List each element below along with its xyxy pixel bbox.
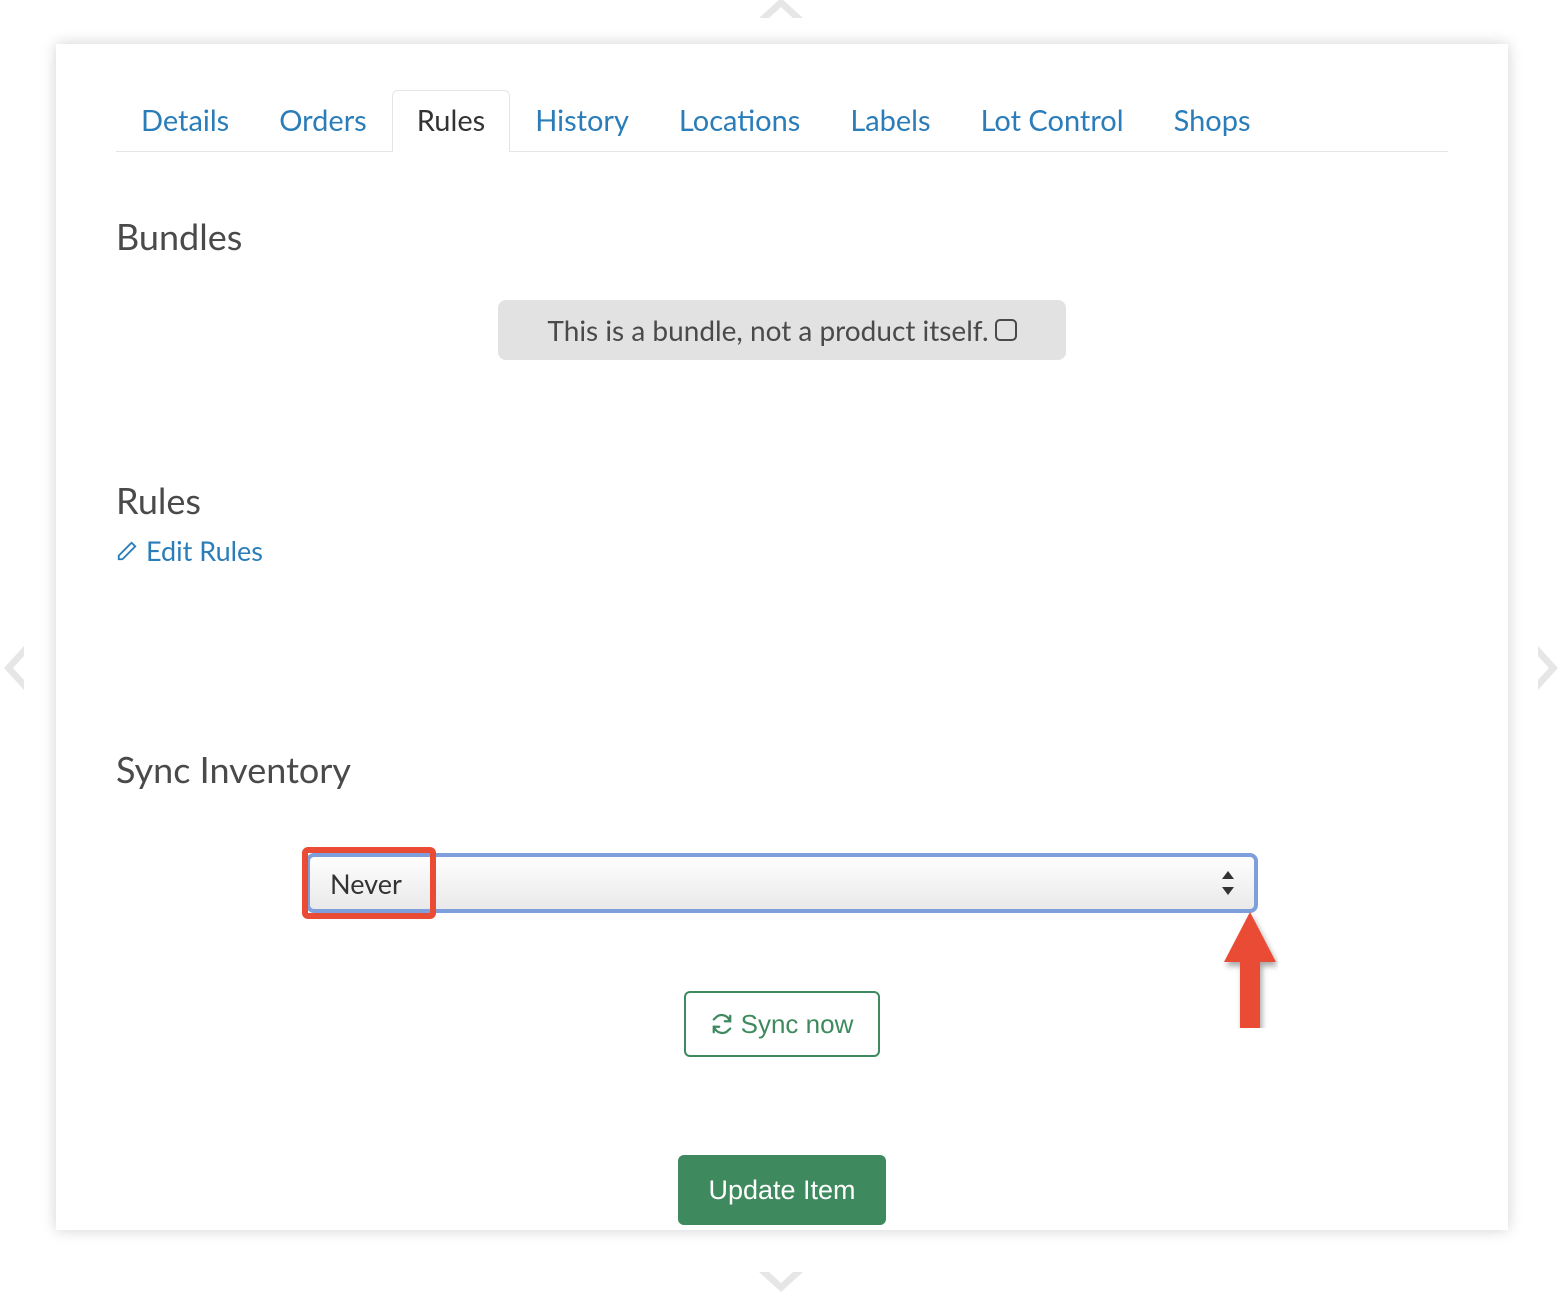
bundle-pill: This is a bundle, not a product itself. <box>498 300 1066 360</box>
tab-lot-control[interactable]: Lot Control <box>956 90 1149 152</box>
tab-locations[interactable]: Locations <box>654 90 825 152</box>
sync-now-button[interactable]: Sync now <box>684 991 880 1057</box>
update-item-button[interactable]: Update Item <box>678 1155 886 1225</box>
tab-shops[interactable]: Shops <box>1149 90 1276 152</box>
bundles-heading: Bundles <box>116 214 1448 258</box>
sync-inventory-select[interactable]: Never <box>306 853 1258 913</box>
edit-rules-label: Edit Rules <box>146 534 263 567</box>
tab-labels[interactable]: Labels <box>825 90 955 152</box>
tab-rules[interactable]: Rules <box>392 90 510 152</box>
right-chevron-icon <box>1538 640 1562 696</box>
sync-select-value: Never <box>330 867 402 900</box>
bundle-checkbox[interactable] <box>995 319 1017 341</box>
tab-bar: Details Orders Rules History Locations L… <box>116 90 1448 152</box>
bottom-chevron-icon <box>751 1272 811 1296</box>
tab-history[interactable]: History <box>510 90 654 152</box>
tab-orders[interactable]: Orders <box>254 90 392 152</box>
rules-heading: Rules <box>116 478 1448 522</box>
sync-now-label: Sync now <box>741 1009 854 1040</box>
main-panel: Details Orders Rules History Locations L… <box>56 44 1508 1230</box>
select-chevron-icon <box>1220 871 1236 895</box>
tab-details[interactable]: Details <box>116 90 254 152</box>
refresh-icon <box>711 1013 733 1035</box>
bundle-pill-text: This is a bundle, not a product itself. <box>547 313 988 347</box>
sync-heading: Sync Inventory <box>116 747 1448 791</box>
top-chevron-icon <box>751 0 811 18</box>
sync-select-wrap: Never <box>306 847 1258 921</box>
pencil-icon <box>116 540 138 562</box>
left-chevron-icon <box>0 640 24 696</box>
edit-rules-link[interactable]: Edit Rules <box>116 534 263 567</box>
